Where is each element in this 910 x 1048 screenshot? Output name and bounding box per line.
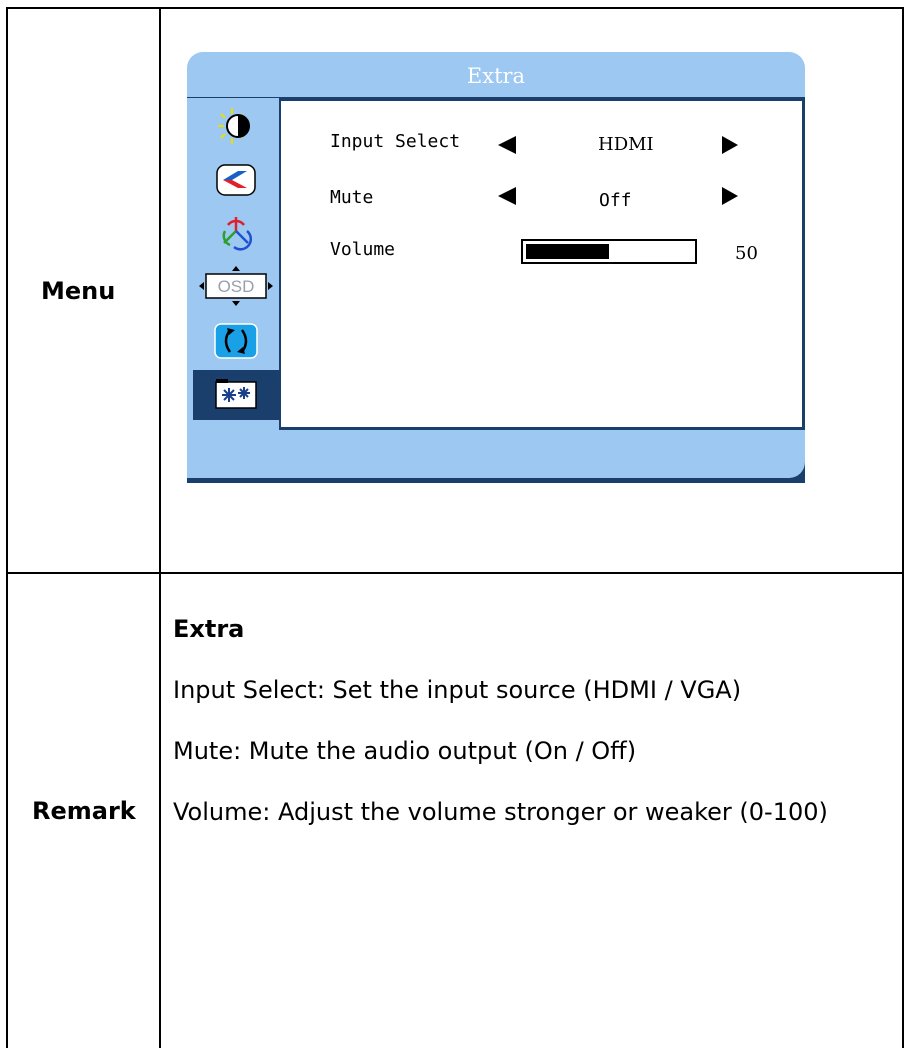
volume-slider-fill [526, 244, 609, 259]
extra-icon[interactable] [193, 370, 279, 420]
remark-heading: Extra [173, 615, 245, 643]
remark-mute: Mute: Mute the audio output (On / Off) [173, 737, 637, 765]
volume-value: 50 [735, 243, 758, 264]
table-border-top [6, 7, 904, 9]
image-adjust-icon[interactable] [193, 155, 279, 205]
mute-left-arrow[interactable] [498, 187, 516, 205]
input-select-left-arrow[interactable] [498, 136, 516, 154]
remark-row-label: Remark [32, 797, 136, 825]
osd-icon[interactable]: OSD [193, 261, 279, 311]
volume-label: Volume [330, 239, 396, 260]
table-border-left [6, 7, 8, 1048]
remark-volume: Volume: Adjust the volume stronger or we… [173, 798, 828, 826]
osd-title: Extra [466, 64, 526, 88]
osd-menu: Extra OSD Input Select HDMI Mute Off Vol… [187, 52, 805, 483]
table-row-divider [6, 572, 904, 574]
table-column-divider [159, 7, 161, 1048]
osd-icon-text: OSD [218, 277, 255, 296]
volume-slider[interactable] [521, 239, 697, 264]
osd-options-panel: Input Select HDMI Mute Off Volume 50 [281, 101, 802, 427]
osd-sidebar: OSD [187, 98, 279, 478]
input-select-right-arrow[interactable] [722, 136, 738, 154]
menu-row-label: Menu [41, 277, 116, 305]
osd-footer [187, 430, 805, 478]
brightness-contrast-icon[interactable] [193, 101, 279, 151]
mute-label: Mute [330, 187, 374, 208]
input-select-label: Input Select [330, 131, 461, 152]
reset-icon[interactable] [193, 316, 279, 366]
remark-input-select: Input Select: Set the input source (HDMI… [173, 676, 742, 704]
mute-value[interactable]: Off [599, 190, 632, 211]
input-select-value[interactable]: HDMI [598, 134, 654, 155]
color-icon[interactable] [193, 208, 279, 258]
mute-right-arrow[interactable] [722, 187, 738, 205]
table-border-right [902, 7, 904, 1048]
